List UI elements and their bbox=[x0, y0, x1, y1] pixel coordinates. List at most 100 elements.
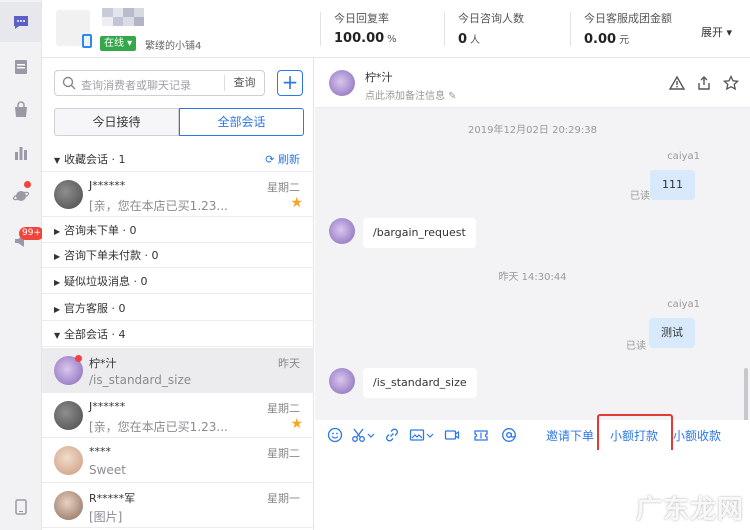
last-message: [亲，您在本店已买1.23... bbox=[89, 420, 228, 434]
message-bubble-outgoing: 测试 bbox=[649, 318, 695, 348]
watermark-logo: 广东龙网 bbox=[635, 495, 744, 525]
search-box[interactable]: 查询消费者或聊天记录 查询 bbox=[54, 70, 265, 96]
group-unpaid[interactable]: ▶ 咨询下单未付款 · 0 bbox=[42, 243, 314, 268]
planet-icon[interactable] bbox=[11, 186, 31, 206]
chevron-down-icon[interactable] bbox=[426, 427, 434, 443]
at-icon[interactable] bbox=[501, 427, 517, 443]
mosaic-cell bbox=[123, 8, 134, 17]
contact-name: 柠*汁 bbox=[89, 357, 117, 370]
message-bubble-incoming: /is_standard_size bbox=[363, 368, 477, 398]
chat-icon[interactable] bbox=[11, 12, 31, 32]
stat-value: 0.00 元 bbox=[584, 32, 630, 47]
last-message: [亲，您在本店已买1.23... bbox=[89, 199, 228, 213]
bag-icon[interactable] bbox=[11, 100, 31, 120]
group-label: 咨询未下单 · 0 bbox=[64, 224, 137, 237]
message-timestamp: 昨天 14:30:44 bbox=[498, 272, 567, 283]
caret-down-icon: ▼ bbox=[54, 156, 61, 165]
read-status: 已读 bbox=[626, 341, 646, 352]
search-icon bbox=[62, 76, 76, 90]
group-not-ordered[interactable]: ▶ 咨询未下单 · 0 bbox=[42, 218, 314, 243]
expand-button[interactable]: 展开 ▾ bbox=[701, 24, 732, 40]
group-official[interactable]: ▶ 官方客服 · 0 bbox=[42, 296, 314, 321]
document-icon[interactable] bbox=[11, 57, 31, 77]
caret-right-icon: ▶ bbox=[54, 305, 61, 314]
link-icon[interactable] bbox=[384, 427, 400, 443]
message-bubble-incoming: /bargain_request bbox=[363, 218, 476, 248]
last-message: /is_standard_size bbox=[89, 373, 192, 387]
last-message: Sweet bbox=[89, 463, 126, 477]
small-collect-link[interactable]: 小额收款 bbox=[673, 427, 721, 444]
mosaic-cell bbox=[133, 17, 144, 26]
refresh-button[interactable]: ⟳ 刷新 bbox=[265, 147, 300, 172]
last-message: [图片] bbox=[89, 510, 123, 524]
conversation-item[interactable]: R*****军 星期一 [图片] bbox=[42, 483, 314, 528]
contact-name: J****** bbox=[89, 179, 126, 192]
star-icon[interactable]: ★ bbox=[290, 195, 303, 211]
share-icon[interactable] bbox=[696, 75, 712, 91]
avatar bbox=[54, 180, 83, 209]
avatar bbox=[329, 70, 355, 96]
stat-group-amount: 今日客服成团金额 0.00 元 bbox=[584, 10, 672, 47]
coupon-icon[interactable] bbox=[473, 427, 489, 443]
mosaic-cell bbox=[102, 8, 113, 17]
avatar bbox=[54, 401, 83, 430]
group-favorites[interactable]: ▼ 收藏会话 · 1 ⟳ 刷新 bbox=[42, 147, 314, 172]
message-list[interactable]: 2019年12月02日 20:29:38 caiya1 111 已读 /barg… bbox=[315, 108, 750, 466]
emoji-icon[interactable] bbox=[327, 427, 343, 443]
image-icon[interactable] bbox=[409, 427, 425, 443]
group-all[interactable]: ▼ 全部会话 · 4 bbox=[42, 322, 314, 347]
scissors-icon[interactable] bbox=[351, 427, 367, 443]
conversation-item[interactable]: **** 星期二 Sweet bbox=[42, 438, 314, 483]
mosaic-cell bbox=[102, 17, 113, 26]
notification-dot bbox=[24, 181, 31, 188]
mobile-icon bbox=[82, 34, 92, 48]
conversation-time: 星期一 bbox=[267, 492, 300, 505]
group-spam[interactable]: ▶ 疑似垃圾消息 · 0 bbox=[42, 269, 314, 294]
search-button[interactable]: 查询 bbox=[224, 75, 264, 91]
invite-order-link[interactable]: 邀请下单 bbox=[546, 427, 594, 444]
search-placeholder: 查询消费者或聊天记录 bbox=[81, 79, 191, 92]
online-status-dropdown[interactable]: 在线 ▾ bbox=[100, 36, 137, 51]
chat-toolbar: 邀请下单 小额打款 小额收款 bbox=[315, 420, 750, 450]
star-outline-icon[interactable] bbox=[723, 75, 739, 91]
contact-name: **** bbox=[89, 445, 111, 458]
conversation-time: 昨天 bbox=[278, 357, 300, 370]
conversation-time: 星期二 bbox=[267, 181, 300, 194]
chevron-down-icon[interactable] bbox=[367, 427, 375, 443]
message-timestamp: 2019年12月02日 20:29:38 bbox=[468, 125, 597, 136]
remark-link[interactable]: 点此添加备注信息 ✎ bbox=[365, 87, 457, 102]
star-icon[interactable]: ★ bbox=[290, 416, 303, 432]
group-label: 收藏会话 · 1 bbox=[64, 153, 126, 166]
caret-right-icon: ▶ bbox=[54, 227, 61, 236]
conversation-item[interactable]: J****** 星期二 [亲，您在本店已买1.23... ★ bbox=[42, 393, 314, 438]
sender-name: caiya1 bbox=[667, 151, 700, 162]
mosaic-cell bbox=[112, 17, 123, 26]
conversation-item[interactable]: J****** 星期二 [亲，您在本店已买1.23... ★ bbox=[42, 172, 314, 217]
conversation-time: 星期二 bbox=[267, 402, 300, 415]
stat-label: 今日回复率 bbox=[334, 12, 389, 25]
conversation-tabs: 今日接待 全部会话 bbox=[54, 108, 304, 136]
tablet-icon[interactable] bbox=[11, 497, 31, 517]
group-label: 疑似垃圾消息 · 0 bbox=[64, 275, 148, 288]
chat-header: 柠*汁 点此添加备注信息 ✎ bbox=[315, 58, 750, 108]
caret-right-icon: ▶ bbox=[54, 278, 61, 287]
video-icon[interactable] bbox=[444, 427, 460, 443]
mosaic-cell bbox=[133, 8, 144, 17]
group-label: 咨询下单未付款 · 0 bbox=[64, 249, 159, 262]
tab-today[interactable]: 今日接待 bbox=[54, 108, 179, 136]
shop-name: 繁缕的小铺4 bbox=[145, 41, 202, 52]
conversation-item[interactable]: 柠*汁 昨天 /is_standard_size bbox=[42, 348, 314, 393]
warning-icon[interactable] bbox=[669, 75, 685, 91]
conversation-time: 星期二 bbox=[267, 447, 300, 460]
tab-all[interactable]: 全部会话 bbox=[179, 108, 304, 136]
contact-name: J****** bbox=[89, 400, 126, 413]
unread-badge: 99+ bbox=[19, 227, 44, 240]
message-bubble-outgoing: 111 bbox=[650, 170, 695, 200]
shop-logo-mosaic bbox=[102, 8, 144, 26]
add-button[interactable]: + bbox=[277, 70, 303, 96]
avatar bbox=[329, 218, 355, 244]
bar-chart-icon[interactable] bbox=[11, 143, 31, 163]
stat-value: 0人 bbox=[458, 32, 481, 47]
contact-name: R*****军 bbox=[89, 492, 136, 505]
chat-panel: 柠*汁 点此添加备注信息 ✎ 2019年12月02日 20:29:38 caiy… bbox=[315, 58, 750, 530]
